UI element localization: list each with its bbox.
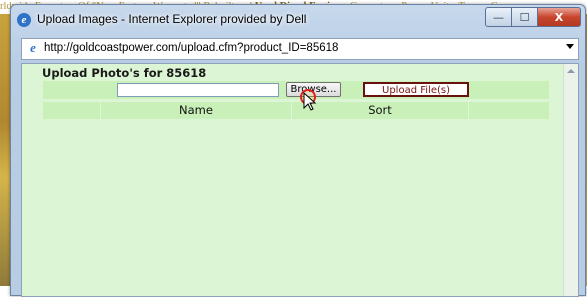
upload-files-button[interactable]: Upload File(s) xyxy=(363,82,469,97)
close-button[interactable]: X xyxy=(538,7,581,27)
address-dropdown-icon[interactable] xyxy=(566,44,574,49)
ie-logo-icon: e xyxy=(17,13,31,27)
scroll-up-arrow-icon[interactable] xyxy=(567,69,575,73)
table-header-row: Name Sort xyxy=(43,102,549,119)
mouse-pointer-icon xyxy=(303,92,317,111)
vertical-scrollbar[interactable] xyxy=(563,64,578,296)
table-header-blank-end xyxy=(469,102,549,119)
column-header-name: Name xyxy=(101,102,292,119)
window-title: Upload Images - Internet Explorer provid… xyxy=(37,12,307,26)
address-bar[interactable]: e http://goldcoastpower.com/upload.cfm?p… xyxy=(21,38,579,60)
minimize-button[interactable]: — xyxy=(485,7,512,27)
table-header-blank xyxy=(43,102,101,119)
title-bar[interactable]: e Upload Images - Internet Explorer prov… xyxy=(11,5,585,35)
file-path-input[interactable] xyxy=(117,83,279,97)
maximize-button[interactable]: ☐ xyxy=(512,7,538,27)
page-title: Upload Photo's for 85618 xyxy=(42,66,207,80)
page-ie-icon: e xyxy=(30,40,36,55)
column-header-sort: Sort xyxy=(292,102,469,119)
window-controls: — ☐ X xyxy=(485,7,581,27)
upload-form-row: Browse... Upload File(s) xyxy=(43,81,549,99)
address-url[interactable]: http://goldcoastpower.com/upload.cfm?pro… xyxy=(44,42,338,54)
upload-images-window: e Upload Images - Internet Explorer prov… xyxy=(10,4,586,297)
